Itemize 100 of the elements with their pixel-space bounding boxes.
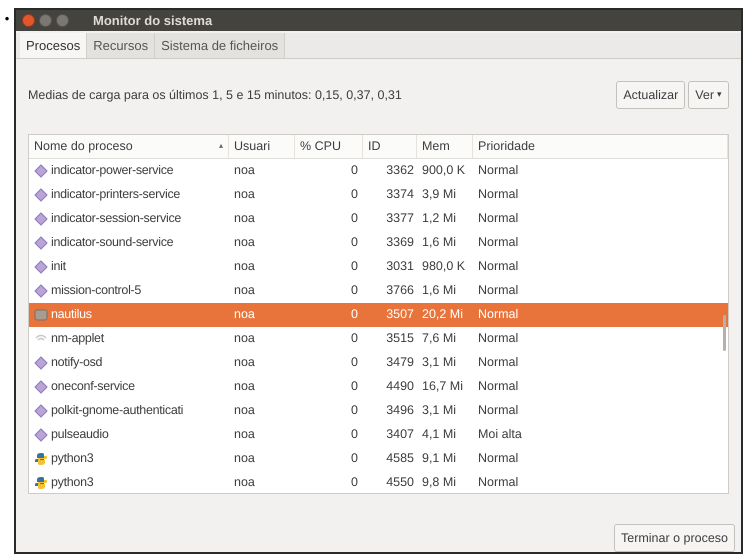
close-button[interactable]: [22, 14, 35, 28]
tab[interactable]: Procesos: [20, 33, 88, 58]
table-cell-text: noa: [234, 402, 255, 420]
table-cell-text: 0: [351, 426, 358, 444]
process-row[interactable]: indicator-session-service noa 0 3377 1,2 Mi Normal: [29, 206, 728, 231]
table-cell-text: Normal: [478, 402, 518, 420]
table-cell-text: Normal: [478, 258, 518, 276]
table-cell-text: 3515: [386, 330, 414, 348]
diamond-icon: [34, 188, 48, 202]
table-cell-text: Normal: [478, 234, 518, 252]
process-row[interactable]: indicator-power-service noa 0 3362 900,0 K Normal: [29, 158, 728, 183]
process-row[interactable]: indicator-sound-service noa 0 3369 1,6 Mi Normal: [29, 230, 728, 255]
table-cell-text: 3766: [386, 282, 414, 300]
table-cell-text: 20,2 Mi: [422, 306, 463, 324]
table-cell-text: Normal: [478, 210, 518, 228]
table-cell-text: Normal: [478, 282, 518, 300]
table-cell-text: 0: [351, 234, 358, 252]
view-menu-button[interactable]: Ver ▾: [688, 81, 729, 110]
table-cell-text: Moi alta: [478, 426, 522, 444]
table-cell-text: 3479: [386, 354, 414, 372]
load-average-text: Medias de carga para os últimos 1, 5 e 15 minutos: 0,15, 0,37, 0,31: [28, 86, 403, 104]
table-cell-text: 0: [351, 162, 358, 180]
table-cell-text: noa: [234, 162, 255, 180]
diamond-icon: [34, 212, 48, 226]
maximize-button[interactable]: [56, 14, 69, 28]
table-cell-text: polkit-gnome-authenticati: [51, 402, 184, 420]
scrollbar-thumb[interactable]: [723, 314, 726, 351]
table-cell-text: noa: [234, 330, 255, 348]
table-cell-text: noa: [234, 354, 255, 372]
window-title: Monitor do sistema: [93, 12, 212, 30]
process-row[interactable]: init noa 0 3031 980,0 K Normal: [29, 254, 728, 279]
process-row[interactable]: pulseaudio noa 0 3407 4,1 Mi Moi alta: [29, 422, 728, 447]
table-cell-text: 0: [351, 306, 358, 324]
table-cell-text: Normal: [478, 354, 518, 372]
tab[interactable]: Recursos: [87, 33, 156, 58]
table-cell-text: noa: [234, 378, 255, 396]
table-cell-text: noa: [234, 210, 255, 228]
table-cell-text: 3,1 Mi: [422, 354, 456, 372]
table-cell-text: pulseaudio: [51, 426, 108, 444]
table-cell-text: Normal: [478, 450, 518, 468]
process-row[interactable]: notify-osd noa 0 3479 3,1 Mi Normal: [29, 350, 728, 375]
table-cell-text: noa: [234, 234, 255, 252]
column-header[interactable]: % CPU: [295, 134, 363, 158]
table-cell-text: mission-control-5: [51, 282, 142, 300]
table-cell-text: 4490: [386, 378, 414, 396]
diamond-icon: [34, 428, 48, 442]
table-cell-text: 3496: [386, 402, 414, 420]
table-cell-text: 3374: [386, 186, 414, 204]
table-cell-text: 3,1 Mi: [422, 402, 456, 420]
table-cell-text: 3369: [386, 234, 414, 252]
table-cell-text: init: [51, 258, 66, 276]
table-cell-text: 4550: [386, 474, 414, 492]
diamond-icon: [34, 284, 48, 298]
table-cell-text: 0: [351, 258, 358, 276]
column-header[interactable]: Nome do proceso ▴: [29, 134, 229, 158]
tab[interactable]: Sistema de ficheiros: [155, 33, 286, 58]
column-header[interactable]: Mem: [417, 134, 473, 158]
diamond-icon: [34, 404, 48, 418]
minimize-button[interactable]: [39, 14, 52, 28]
table-cell-text: python3: [51, 474, 94, 492]
column-header[interactable]: ID: [363, 134, 417, 158]
table-cell-text: 3362: [386, 162, 414, 180]
table-cell-text: notify-osd: [51, 354, 102, 372]
process-row[interactable]: mission-control-5 noa 0 3766 1,6 Mi Normal: [29, 278, 728, 303]
table-cell-text: indicator-power-service: [51, 162, 174, 180]
diamond-icon: [34, 236, 48, 250]
table-cell-text: 0: [351, 186, 358, 204]
process-row[interactable]: indicator-printers-service noa 0 3374 3,9 Mi Normal: [29, 182, 728, 207]
refresh-button[interactable]: Actualizar: [616, 81, 686, 110]
table-cell-text: 3377: [386, 210, 414, 228]
process-row[interactable]: polkit-gnome-authenticati noa 0 3496 3,1 Mi Normal: [29, 398, 728, 423]
table-cell-text: 0: [351, 282, 358, 300]
process-row[interactable]: nm-applet noa 0 3515 7,6 Mi Normal: [29, 326, 728, 351]
column-header[interactable]: Usuari: [229, 134, 295, 158]
bullet: •: [4, 12, 10, 28]
column-header[interactable]: Prioridade: [473, 134, 728, 158]
table-cell-text: 0: [351, 450, 358, 468]
table-cell-text: noa: [234, 474, 255, 492]
folder-icon: [34, 308, 48, 322]
table-cell-text: 0: [351, 378, 358, 396]
process-row[interactable]: oneconf-service noa 0 4490 16,7 Mi Normal: [29, 374, 728, 399]
table-cell-text: 16,7 Mi: [422, 378, 463, 396]
diamond-icon: [34, 356, 48, 370]
table-cell-text: Normal: [478, 378, 518, 396]
table-cell-text: noa: [234, 258, 255, 276]
table-cell-text: 0: [351, 402, 358, 420]
table-cell-text: indicator-sound-service: [51, 234, 174, 252]
diamond-icon: [34, 260, 48, 274]
end-process-button[interactable]: Terminar o proceso: [614, 524, 735, 552]
table-cell-text: Normal: [478, 474, 518, 492]
table-cell-text: 1,6 Mi: [422, 234, 456, 252]
table-cell-text: Normal: [478, 330, 518, 348]
table-cell-text: 3,9 Mi: [422, 186, 456, 204]
python-icon: [34, 452, 48, 466]
table-cell-text: 3407: [386, 426, 414, 444]
process-row[interactable]: python3 noa 0 4550 9,8 Mi Normal: [29, 470, 728, 493]
table-cell-text: indicator-printers-service: [51, 186, 180, 204]
table-cell-text: indicator-session-service: [51, 210, 182, 228]
table-cell-text: noa: [234, 450, 255, 468]
process-row[interactable]: python3 noa 0 4585 9,1 Mi Normal: [29, 446, 728, 471]
